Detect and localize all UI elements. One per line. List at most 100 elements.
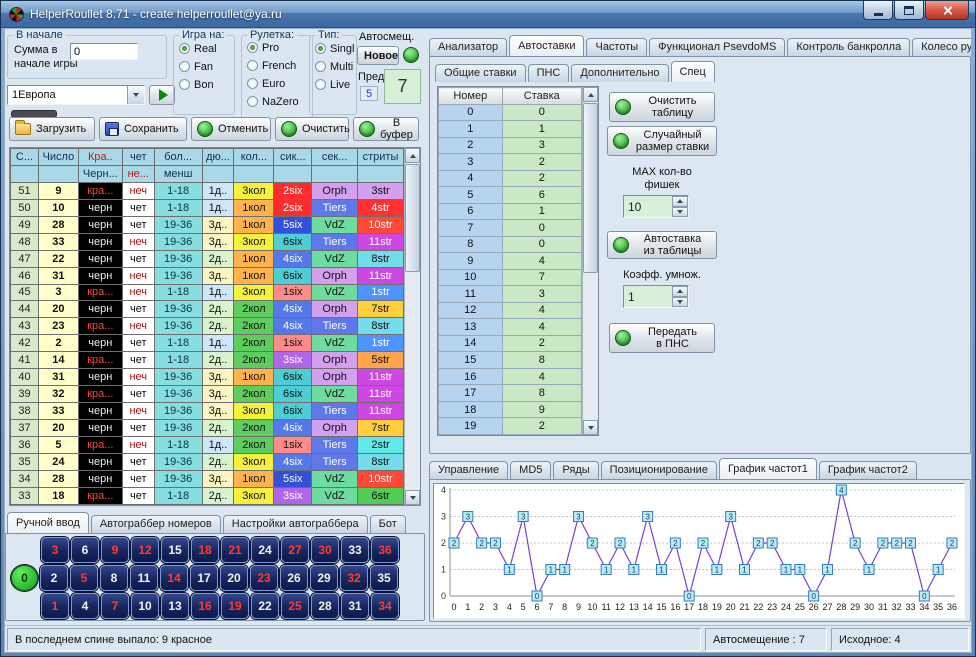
number-button-18[interactable]: 18 bbox=[191, 537, 219, 563]
bet-row[interactable]: 134 bbox=[439, 319, 582, 336]
spins-table-scrollbar[interactable] bbox=[404, 148, 420, 505]
bet-row[interactable]: 70 bbox=[439, 220, 582, 237]
number-button-26[interactable]: 26 bbox=[280, 565, 308, 591]
max-chips-spinner[interactable] bbox=[623, 195, 689, 218]
number-button-21[interactable]: 21 bbox=[221, 537, 249, 563]
tab-general-bets[interactable]: Общие ставки bbox=[435, 64, 526, 82]
scrollbar-thumb[interactable] bbox=[405, 164, 420, 272]
bet-row[interactable]: 32 bbox=[439, 154, 582, 171]
bet-row[interactable]: 107 bbox=[439, 269, 582, 286]
maximize-button[interactable] bbox=[894, 1, 924, 20]
scroll-down-button[interactable] bbox=[583, 420, 598, 435]
tab-control[interactable]: Управление bbox=[429, 461, 508, 479]
number-button-0[interactable]: 0 bbox=[11, 565, 38, 591]
radio-pro[interactable]: Pro bbox=[247, 41, 312, 54]
spin-row[interactable]: 3524чернчет19-362д..3кол4sixTiers8str bbox=[11, 453, 404, 470]
number-button-28[interactable]: 28 bbox=[311, 593, 339, 619]
tab-autobets[interactable]: Автоставки bbox=[509, 35, 584, 56]
radio-real[interactable]: Real bbox=[179, 42, 234, 55]
bet-row[interactable]: 61 bbox=[439, 203, 582, 220]
number-button-3[interactable]: 3 bbox=[41, 537, 69, 563]
tab-md5[interactable]: MD5 bbox=[510, 461, 551, 479]
tab-pns[interactable]: ПНС bbox=[528, 64, 570, 82]
scrollbar-thumb[interactable] bbox=[583, 103, 598, 273]
spin-row[interactable]: 4631черннеч19-363д..1кол6sixOrph11str bbox=[11, 267, 404, 284]
number-button-9[interactable]: 9 bbox=[101, 537, 129, 563]
scroll-up-button[interactable] bbox=[583, 87, 598, 102]
radio-bon[interactable]: Bon bbox=[179, 78, 234, 91]
coef-spinner[interactable] bbox=[623, 285, 689, 308]
scrollbar-track[interactable] bbox=[583, 102, 598, 420]
scroll-down-button[interactable] bbox=[405, 490, 420, 505]
start-sum-input[interactable] bbox=[70, 43, 138, 60]
spin-row[interactable]: 4722чернчет19-362д..1кол4sixVdZ8str bbox=[11, 250, 404, 267]
number-button-15[interactable]: 15 bbox=[161, 537, 189, 563]
number-button-25[interactable]: 25 bbox=[281, 593, 309, 619]
number-button-36[interactable]: 36 bbox=[371, 537, 399, 563]
radio-fan[interactable]: Fan bbox=[179, 60, 234, 73]
tab-frequencies[interactable]: Частоты bbox=[586, 38, 647, 56]
number-button-27[interactable]: 27 bbox=[281, 537, 309, 563]
scrollbar-track[interactable] bbox=[405, 163, 420, 490]
number-button-29[interactable]: 29 bbox=[310, 565, 338, 591]
bet-row[interactable]: 158 bbox=[439, 352, 582, 369]
radio-multi[interactable]: Multi bbox=[315, 60, 356, 73]
bet-row[interactable]: 113 bbox=[439, 286, 582, 303]
radio-euro[interactable]: Euro bbox=[247, 77, 312, 90]
autoshift-new-button[interactable]: Новое bbox=[357, 46, 399, 65]
number-button-11[interactable]: 11 bbox=[130, 565, 158, 591]
play-button[interactable] bbox=[149, 85, 175, 105]
tab-roulette-wheel[interactable]: Колесо рулетки bbox=[912, 38, 971, 56]
tab-psevdoms-functional[interactable]: Функционал PsevdoMS bbox=[649, 38, 785, 56]
send-to-pns-button[interactable]: Передатьв ПНС bbox=[609, 323, 715, 353]
spin-row[interactable]: 453кра...неч1-181д..3кол1sixVdZ1str bbox=[11, 284, 404, 301]
number-button-4[interactable]: 4 bbox=[71, 593, 99, 619]
tab-bankroll-control[interactable]: Контроль банкролла bbox=[787, 38, 910, 56]
radio-french[interactable]: French bbox=[247, 59, 312, 72]
number-button-23[interactable]: 23 bbox=[250, 565, 278, 591]
spin-row[interactable]: 3428чернчет19-363д..1кол5sixVdZ10str bbox=[11, 470, 404, 487]
number-button-32[interactable]: 32 bbox=[340, 565, 368, 591]
spin-row[interactable]: 4928чернчет19-363д..1кол5sixVdZ10str bbox=[11, 216, 404, 233]
number-button-7[interactable]: 7 bbox=[101, 593, 129, 619]
number-button-20[interactable]: 20 bbox=[220, 565, 248, 591]
spin-row[interactable]: 3720чернчет19-362д..2кол4sixOrph7str bbox=[11, 420, 404, 437]
spin-row[interactable]: 519кра...неч1-181д..3кол2sixOrph3str bbox=[11, 182, 404, 199]
number-button-1[interactable]: 1 bbox=[41, 593, 69, 619]
tab-analyzer[interactable]: Анализатор bbox=[429, 38, 507, 56]
spin-row[interactable]: 4833черннеч19-363д..3кол6sixTiers11str bbox=[11, 233, 404, 250]
bet-row[interactable]: 164 bbox=[439, 368, 582, 385]
tab-special[interactable]: Спец bbox=[671, 61, 715, 82]
radio-nazero[interactable]: NaZero bbox=[247, 95, 312, 108]
random-bet-size-button[interactable]: Случайныйразмер ставки bbox=[607, 126, 717, 156]
max-chips-input[interactable] bbox=[624, 196, 672, 217]
number-button-6[interactable]: 6 bbox=[71, 537, 99, 563]
tab-autograbber-settings[interactable]: Настройки автограббера bbox=[223, 515, 368, 533]
bet-row[interactable]: 11 bbox=[439, 121, 582, 138]
autobet-from-table-button[interactable]: Автоставкаиз таблицы bbox=[607, 231, 717, 259]
number-button-14[interactable]: 14 bbox=[160, 565, 188, 591]
spin-row[interactable]: 422чернчет1-181д..2кол1sixVdZ1str bbox=[11, 335, 404, 352]
tab-rows[interactable]: Ряды bbox=[553, 461, 598, 479]
tab-bot[interactable]: Бот bbox=[370, 515, 406, 533]
bet-row[interactable]: 80 bbox=[439, 236, 582, 253]
spin-down-button[interactable] bbox=[672, 207, 688, 218]
clear-table-button[interactable]: Очиститьтаблицу bbox=[609, 92, 715, 122]
spin-row[interactable]: 5010чернчет1-181д..1кол2sixTiers4str bbox=[11, 199, 404, 216]
number-button-33[interactable]: 33 bbox=[341, 537, 369, 563]
save-button[interactable]: Сохранить bbox=[99, 117, 187, 141]
spin-up-button[interactable] bbox=[672, 286, 688, 297]
bet-row[interactable]: 00 bbox=[439, 104, 582, 121]
clear-button[interactable]: Очистить bbox=[275, 117, 349, 141]
bet-row[interactable]: 192 bbox=[439, 418, 582, 435]
number-button-10[interactable]: 10 bbox=[131, 593, 159, 619]
number-button-24[interactable]: 24 bbox=[251, 537, 279, 563]
bet-table-scrollbar[interactable] bbox=[582, 87, 598, 435]
bet-row[interactable]: 94 bbox=[439, 253, 582, 270]
spin-row[interactable]: 365кра...неч1-181д..2кол1sixTiers2str bbox=[11, 436, 404, 453]
coef-input[interactable] bbox=[624, 286, 672, 307]
bet-row[interactable]: 178 bbox=[439, 385, 582, 402]
radio-live[interactable]: Live bbox=[315, 78, 356, 91]
bet-row[interactable]: 124 bbox=[439, 302, 582, 319]
tab-additional[interactable]: Дополнительно bbox=[571, 64, 668, 82]
